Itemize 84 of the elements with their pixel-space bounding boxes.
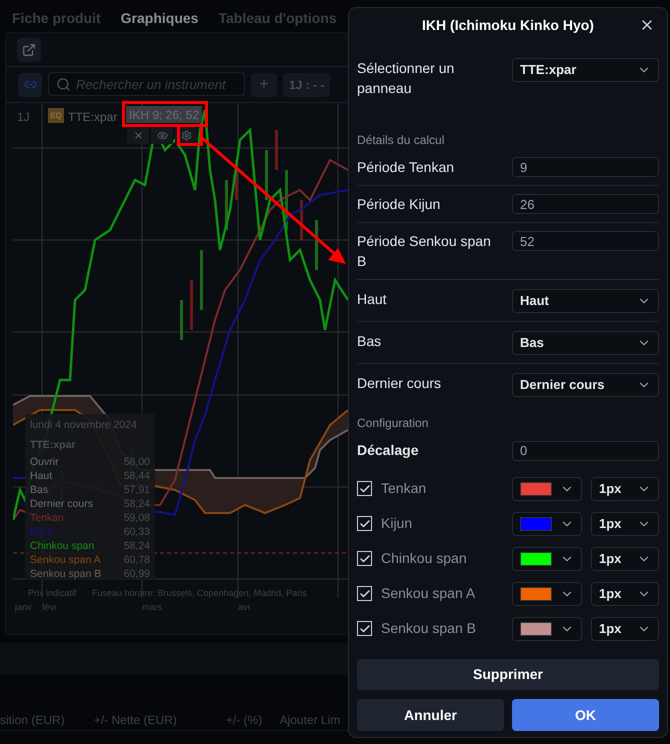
- offset-field[interactable]: 0: [512, 440, 659, 460]
- candle: [200, 250, 203, 310]
- delete-button[interactable]: Supprimer: [357, 659, 659, 690]
- width-select[interactable]: 1px: [591, 476, 659, 500]
- external-link-button[interactable]: [17, 38, 41, 62]
- color-select[interactable]: [512, 476, 582, 500]
- column-header: +/- (%): [226, 712, 264, 728]
- line-label: Senkou span A: [380, 584, 476, 603]
- tooltip-value: 57,91: [124, 482, 150, 498]
- width-select[interactable]: 1px: [591, 512, 659, 536]
- width-select[interactable]: 1px: [591, 616, 659, 640]
- column-header: +/- Nette (EUR): [94, 712, 178, 728]
- tooltip-label: Ouvrir: [30, 454, 59, 470]
- interval-label: 1J: [17, 109, 30, 126]
- tooltip-label: Bas: [30, 482, 48, 498]
- tooltip-value: 60,78: [124, 552, 150, 568]
- tooltip-label: Senkou span B: [30, 566, 102, 582]
- candle: [190, 280, 193, 330]
- column-header: Ajouter Lim: [280, 712, 342, 728]
- section-heading: Configuration: [357, 415, 430, 432]
- search-icon: [56, 77, 71, 92]
- line-label: Kijun: [380, 514, 414, 533]
- section-heading: Détails du calcul: [357, 132, 446, 149]
- width-select[interactable]: 1px: [591, 546, 659, 570]
- tooltip-symbol: TTE:xpar: [30, 438, 77, 453]
- candle: [235, 160, 238, 200]
- number-field[interactable]: 26: [512, 194, 659, 214]
- tooltip-label: Senkou span A: [30, 552, 101, 568]
- candle: [265, 150, 268, 200]
- candle: [225, 180, 228, 230]
- candle: [285, 170, 288, 230]
- tooltip-label: Dernier cours: [30, 496, 94, 512]
- number-field[interactable]: 9: [512, 157, 659, 177]
- candle: [180, 300, 183, 340]
- tooltip-label: Kijun: [30, 524, 54, 540]
- panel-select[interactable]: TTE:xpar: [512, 58, 659, 82]
- field-label: Période Tenkan: [357, 158, 456, 177]
- candle: [275, 130, 278, 170]
- line-label: Chinkou span: [380, 549, 468, 568]
- source-select[interactable]: Dernier cours: [512, 373, 659, 397]
- source-select[interactable]: Bas: [512, 331, 659, 355]
- tab[interactable]: Graphiques: [120, 8, 198, 30]
- line-label: Tenkan: [380, 479, 428, 498]
- source-select[interactable]: Haut: [512, 289, 659, 313]
- tooltip-value: 60,33: [124, 524, 150, 540]
- checkbox[interactable]: [357, 586, 372, 601]
- color-select[interactable]: [512, 512, 582, 536]
- checkbox[interactable]: [357, 481, 372, 496]
- column-header: sition (EUR): [0, 712, 66, 728]
- field-label: Décalage: [357, 441, 420, 460]
- candle: [300, 200, 303, 240]
- checkbox[interactable]: [357, 516, 372, 531]
- checkbox[interactable]: [357, 621, 372, 636]
- field-label: Période Senkou span B: [357, 232, 492, 271]
- field-label: Dernier cours: [357, 374, 442, 393]
- tooltip-value: 58,24: [124, 496, 150, 512]
- symbol-label: TTE:xpar: [68, 109, 118, 126]
- field-label: Sélectionner un panneau: [357, 59, 456, 98]
- cancel-button[interactable]: Annuler: [357, 699, 504, 731]
- field-label: Haut: [357, 290, 388, 309]
- tooltip-label: Chinkou span: [30, 538, 94, 554]
- tooltip-label: Tenkan: [30, 510, 64, 526]
- external-link-icon: [22, 42, 36, 56]
- number-field[interactable]: 52: [512, 231, 659, 251]
- line-label: Senkou span B: [380, 619, 477, 638]
- tooltip-value: 58,24: [124, 538, 150, 554]
- candle: [315, 220, 318, 270]
- width-select[interactable]: 1px: [591, 582, 659, 606]
- ok-button[interactable]: OK: [512, 699, 659, 731]
- tooltip-value: 58,00: [124, 454, 150, 470]
- checkbox[interactable]: [357, 551, 372, 566]
- tooltip-value: 60,99: [124, 566, 150, 582]
- tooltip-value: 58,44: [124, 468, 150, 484]
- dialog-title: IKH (Ichimoku Kinko Hyo): [422, 16, 594, 35]
- field-label: Période Kijun: [357, 195, 442, 214]
- tooltip-date: lundi 4 novembre 2024: [30, 418, 138, 433]
- search-field[interactable]: Rechercher un instrument: [48, 72, 245, 96]
- tooltip-value: 59,08: [124, 510, 150, 526]
- color-select[interactable]: [512, 616, 582, 640]
- tooltip-label: Haut: [30, 468, 52, 484]
- eye-icon[interactable]: [151, 127, 173, 144]
- color-select[interactable]: [512, 546, 582, 570]
- color-select[interactable]: [512, 582, 582, 606]
- field-label: Bas: [357, 332, 382, 351]
